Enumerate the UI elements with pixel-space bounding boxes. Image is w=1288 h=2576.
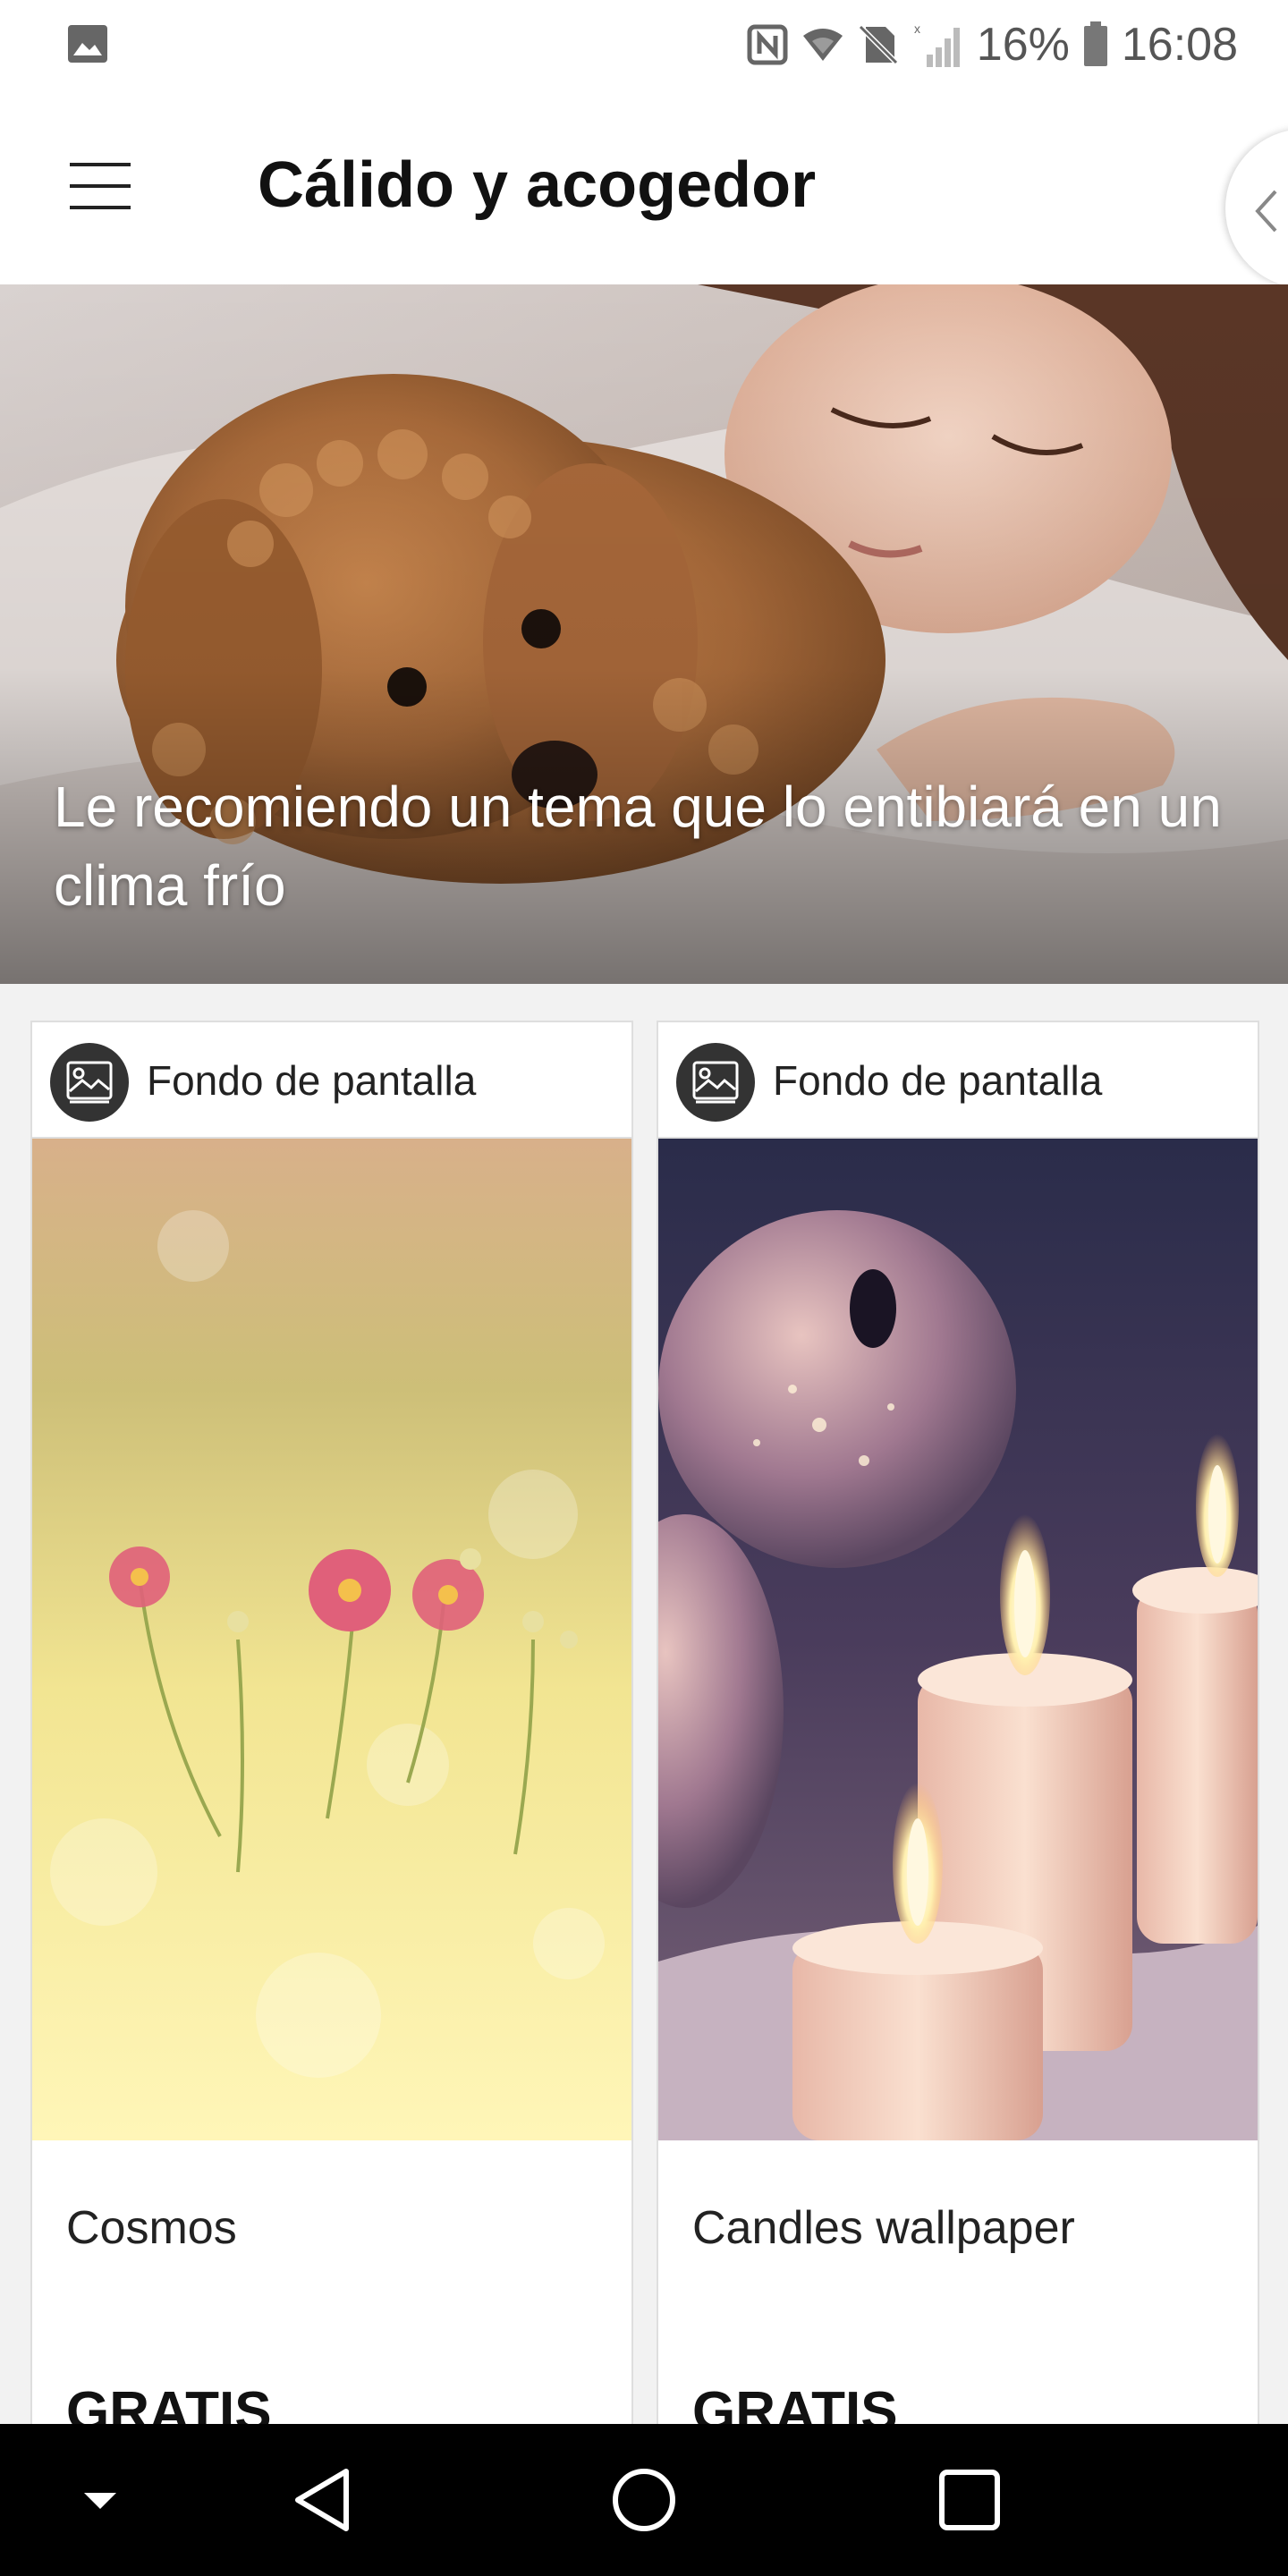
battery-percent: 16% xyxy=(976,19,1070,71)
card-thumbnail xyxy=(32,1139,631,2140)
card-name: Cosmos xyxy=(66,2202,237,2254)
wallpaper-type-icon xyxy=(50,1043,129,1122)
signal-icon: x xyxy=(914,21,960,67)
product-card-candles-wallpaper[interactable]: Fondo de pantalla Candles wallpaper GRAT… xyxy=(657,1021,1259,2452)
hero-caption: Le recomiendo un tema que lo entibiará e… xyxy=(54,775,1222,918)
card-header: Fondo de pantalla xyxy=(658,1022,1258,1139)
chevron-left-icon xyxy=(1255,190,1277,233)
battery-icon xyxy=(1083,21,1107,66)
card-thumbnail xyxy=(658,1139,1258,2140)
side-panel-handle[interactable] xyxy=(1225,129,1288,288)
app-bar: Cálido y acogedor xyxy=(0,89,1288,288)
cosmos-flowers-image xyxy=(32,1139,631,2140)
home-button[interactable] xyxy=(590,2451,698,2549)
page-title: Cálido y acogedor xyxy=(258,149,817,221)
gallery-icon xyxy=(68,25,107,63)
card-type-label: Fondo de pantalla xyxy=(773,1057,1103,1104)
card-name: Candles wallpaper xyxy=(692,2202,1075,2254)
svg-text:x: x xyxy=(914,21,920,36)
nfc-icon xyxy=(747,24,788,65)
back-icon xyxy=(295,2469,349,2531)
card-header: Fondo de pantalla xyxy=(32,1022,631,1139)
recents-icon xyxy=(939,2470,1000,2530)
status-bar: x 16% 16:08 xyxy=(0,0,1288,89)
wifi-icon xyxy=(802,29,843,61)
status-icons: x 16% 16:08 xyxy=(746,16,1238,73)
navigation-bar xyxy=(0,2424,1288,2576)
back-button[interactable] xyxy=(268,2451,376,2549)
hamburger-menu-icon xyxy=(70,163,131,209)
wallpaper-type-icon xyxy=(676,1043,755,1122)
no-sim-icon xyxy=(858,24,898,65)
home-icon xyxy=(613,2469,675,2531)
clock: 16:08 xyxy=(1121,19,1238,71)
hide-keyboard-icon xyxy=(84,2493,116,2509)
product-card-cosmos[interactable]: Fondo de pantalla Cosmos GRATIS xyxy=(30,1021,633,2452)
recents-button[interactable] xyxy=(916,2451,1023,2549)
hide-keyboard-button[interactable] xyxy=(47,2451,154,2549)
candles-image xyxy=(658,1139,1258,2140)
card-type-label: Fondo de pantalla xyxy=(147,1057,477,1104)
menu-button[interactable] xyxy=(54,143,147,229)
hero-banner[interactable]: Le recomiendo un tema que lo entibiará e… xyxy=(0,284,1288,984)
